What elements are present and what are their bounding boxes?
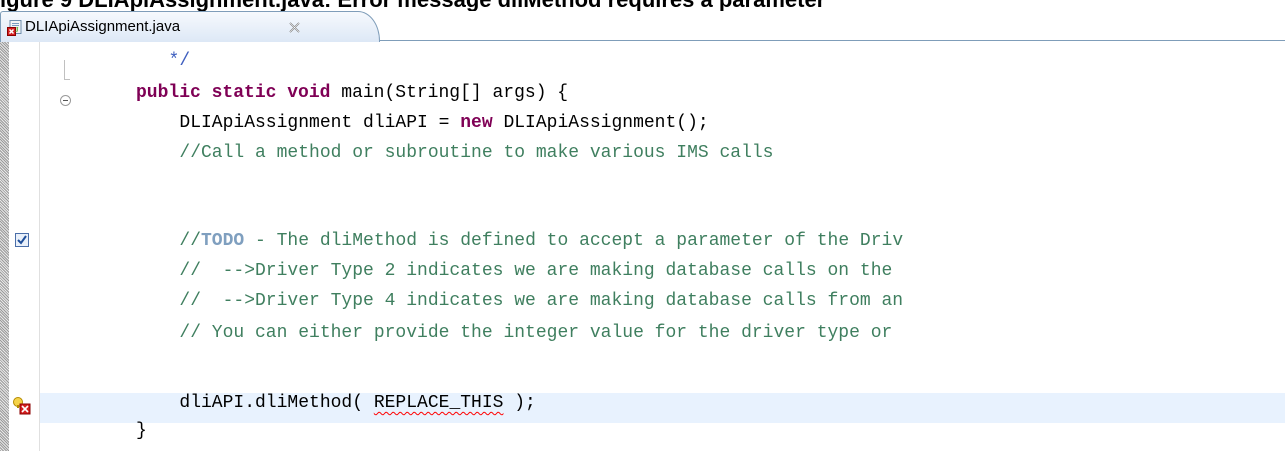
code-line-text: // You can either provide the integer va… [179,318,892,348]
code-line[interactable]: */ [0,46,1285,76]
code-line-text: // -->Driver Type 2 indicates we are mak… [179,256,892,286]
code-token: TODO [201,231,245,251]
code-token: DLIApiAssignment dliAPI = [179,113,461,133]
code-token: // -->Driver Type 2 indicates we are mak… [179,261,893,281]
code-line[interactable]: DLIApiAssignment dliAPI = new DLIApiAssi… [0,108,1285,138]
code-token: } [136,421,147,441]
code-line[interactable]: } [0,416,1285,446]
code-token: static [211,83,277,103]
error-token: REPLACE_THIS [373,393,504,413]
code-line-text: DLIApiAssignment dliAPI = new DLIApiAssi… [179,108,708,138]
code-line-text: //TODO - The dliMethod is defined to acc… [179,226,903,256]
code-line-text: */ [169,46,191,76]
code-line-text: public static void main(String[] args) { [136,78,568,108]
code-token: public [136,83,201,103]
code-token: main(String[] args) { [330,83,569,103]
code-token: ); [503,393,536,413]
code-token: void [287,83,331,103]
code-editor[interactable]: */ public static void main(String[] args)… [0,42,1285,451]
code-token: //Call a method or subroutine to make va… [179,143,774,163]
editor-tab-strip: J DLIApiAssignment.java [0,11,1285,42]
code-line[interactable]: // -->Driver Type 2 indicates we are mak… [0,256,1285,286]
code-token: DLIApiAssignment(); [492,113,709,133]
code-line[interactable]: dliAPI.dliMethod( REPLACE_THIS ); [0,388,1285,418]
code-line[interactable]: public static void main(String[] args) { [0,78,1285,108]
code-token: new [460,113,493,133]
code-token: - The dliMethod is defined to accept a p… [244,231,904,251]
code-line-text: } [136,416,147,446]
code-line[interactable] [0,170,1285,200]
tab-title: DLIApiAssignment.java [25,18,181,35]
code-line-text: dliAPI.dliMethod( REPLACE_THIS ); [179,388,535,418]
code-line-text: //Call a method or subroutine to make va… [179,138,773,168]
code-token: // -->Driver Type 4 indicates we are mak… [179,291,904,311]
close-icon[interactable] [288,21,301,34]
code-token: // [179,231,201,251]
svg-text:J: J [15,26,19,34]
code-line[interactable]: //TODO - The dliMethod is defined to acc… [0,226,1285,256]
code-line[interactable]: // -->Driver Type 4 indicates we are mak… [0,286,1285,316]
java-file-error-icon: J [7,20,22,36]
code-line[interactable]: // You can either provide the integer va… [0,318,1285,348]
code-line-text: // -->Driver Type 4 indicates we are mak… [179,286,903,316]
code-token: // You can either provide the integer va… [179,323,893,343]
tab-dliapiassignment[interactable]: J DLIApiAssignment.java [0,11,380,42]
code-token: dliAPI.dliMethod( [179,393,374,413]
code-token: */ [168,51,191,71]
code-line[interactable]: //Call a method or subroutine to make va… [0,138,1285,168]
